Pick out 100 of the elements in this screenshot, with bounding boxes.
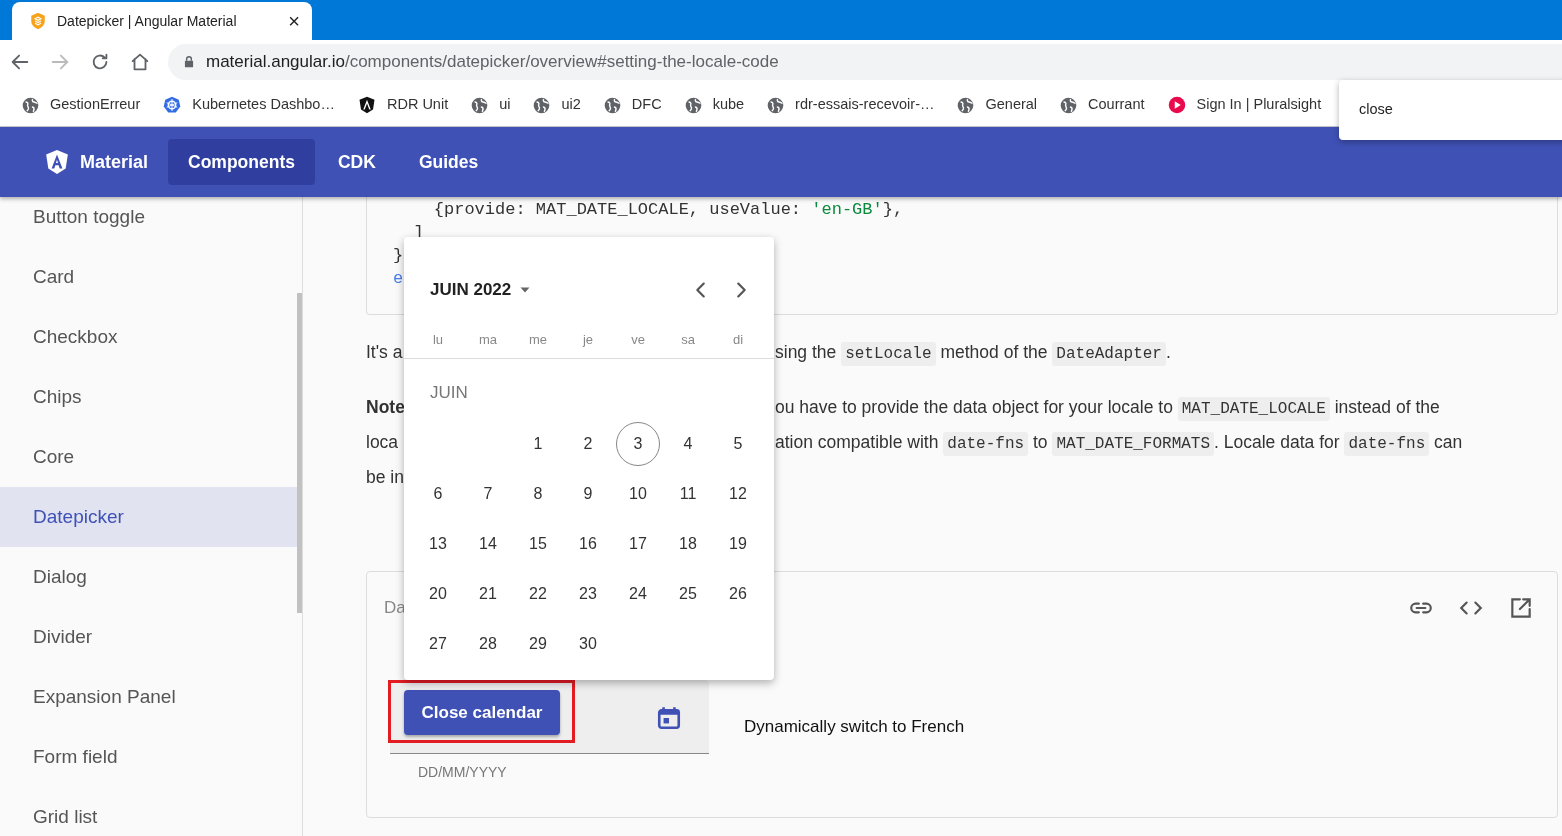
tooltip-text: close: [1359, 100, 1393, 120]
date-input-field[interactable]: Close calendar: [390, 680, 709, 754]
sidebar-item[interactable]: Card: [0, 247, 297, 307]
calendar-day[interactable]: 25: [666, 572, 710, 616]
bookmark[interactable]: ui: [461, 94, 521, 116]
calendar-day[interactable]: 18: [666, 522, 710, 566]
globe-icon: [1060, 96, 1078, 114]
calendar-day[interactable]: 11: [666, 472, 710, 516]
globe-icon: [22, 96, 39, 114]
address-bar[interactable]: material.angular.io/components/datepicker/overview#setting-the-locale-code: [168, 44, 1562, 80]
nav-link[interactable]: Guides: [398, 139, 499, 185]
bookmark-label: DFC: [631, 95, 662, 115]
url-text: material.angular.io/components/datepicker/overview#setting-the-locale-code: [206, 51, 779, 74]
example-title: Da: [384, 597, 406, 620]
globe-icon: [684, 96, 702, 114]
calendar-day[interactable]: 28: [466, 622, 510, 666]
sidebar-item[interactable]: Dialog: [0, 547, 297, 607]
code-line: e: [393, 268, 404, 290]
calendar-day[interactable]: 30: [566, 622, 610, 666]
bookmark-label: RDR Unit: [386, 95, 449, 115]
calendar-day[interactable]: 22: [516, 572, 560, 616]
bookmark[interactable]: RDR Unit: [347, 94, 459, 116]
bookmark[interactable]: ui2: [523, 94, 591, 116]
bookmark-label: ui: [499, 95, 511, 115]
bookmark[interactable]: Kubernetes Dashbo…: [153, 94, 345, 116]
home-icon[interactable]: [129, 51, 151, 73]
globe-icon: [533, 96, 551, 114]
external-link-icon[interactable]: [1508, 595, 1534, 621]
calendar-day[interactable]: 21: [466, 572, 510, 616]
nav-link[interactable]: Components: [168, 139, 315, 185]
sidebar-item[interactable]: Button toggle: [0, 197, 297, 247]
calendar-day[interactable]: 4: [666, 422, 710, 466]
sidebar-item[interactable]: Divider: [0, 607, 297, 667]
bookmark[interactable]: GestionErreur: [12, 94, 151, 116]
calendar-day[interactable]: 1: [516, 422, 560, 466]
sidebar-item[interactable]: Core: [0, 427, 297, 487]
calendar-day[interactable]: 8: [516, 472, 560, 516]
calendar-day[interactable]: 13: [416, 522, 460, 566]
calendar-day[interactable]: 19: [716, 522, 760, 566]
bookmark[interactable]: Courrant: [1050, 94, 1155, 116]
globe-icon: [471, 96, 489, 114]
period-button[interactable]: JUIN 2022: [430, 277, 532, 303]
bookmark[interactable]: Sign In | Pluralsight: [1157, 94, 1332, 116]
bookmark-label: GestionErreur: [50, 95, 141, 115]
calendar-day[interactable]: 10: [616, 472, 660, 516]
paragraph-text: ation compatible with date-fns to MAT_DATE_FORMATS . Locale data for date-fns can: [775, 425, 1463, 460]
calendar-day[interactable]: 7: [466, 472, 510, 516]
logo-icon: [44, 149, 70, 175]
bookmark[interactable]: rdr-essais-recevoir-…: [757, 94, 945, 116]
calendar-day[interactable]: 26: [716, 572, 760, 616]
browser-tab[interactable]: Datepicker | Angular Material ×: [12, 2, 312, 40]
bookmark[interactable]: General: [947, 94, 1048, 116]
sidebar-item[interactable]: Form field: [0, 727, 297, 787]
sidebar-item[interactable]: Datepicker: [0, 487, 297, 547]
calendar-day[interactable]: 20: [416, 572, 460, 616]
wheel-icon: [163, 96, 182, 114]
calendar-day[interactable]: 14: [466, 522, 510, 566]
bookmark-label: General: [985, 95, 1038, 115]
calendar-day[interactable]: 23: [566, 572, 610, 616]
sidebar-item[interactable]: Grid list: [0, 787, 297, 836]
bookmark-label: rdr-essais-recevoir-…: [795, 95, 935, 115]
sidebar-item[interactable]: Checkbox: [0, 307, 297, 367]
bookmark[interactable]: kube: [674, 94, 755, 116]
calendar-day[interactable]: 5: [716, 422, 760, 466]
close-calendar-button[interactable]: Close calendar: [404, 690, 560, 735]
code-line: }: [393, 245, 404, 267]
weekday-label: ve: [630, 331, 646, 349]
sidebar-item[interactable]: Expansion Panel: [0, 667, 297, 727]
calendar-day[interactable]: 29: [516, 622, 560, 666]
shield-icon: [29, 12, 47, 30]
calendar-day[interactable]: 6: [416, 472, 460, 516]
calendar-icon[interactable]: [656, 705, 682, 731]
weekday-label: je: [581, 331, 595, 349]
calendar-day[interactable]: 27: [416, 622, 460, 666]
brand-name[interactable]: Material: [80, 148, 149, 176]
calendar-day[interactable]: 24: [616, 572, 660, 616]
hint-text: DD/MM/YYYY: [417, 764, 508, 780]
tab-title: Datepicker | Angular Material: [57, 11, 238, 31]
calendar-day[interactable]: 17: [616, 522, 660, 566]
close-button[interactable]: ×: [288, 11, 300, 31]
calendar-day[interactable]: 15: [516, 522, 560, 566]
bookmark[interactable]: DFC: [593, 94, 672, 116]
shield-icon: [357, 96, 376, 114]
paragraph-text: Note: [366, 397, 405, 417]
paragraph-text: be in: [366, 467, 404, 487]
switch-language-button[interactable]: Dynamically switch to French: [744, 717, 965, 737]
nav-link[interactable]: CDK: [318, 139, 396, 185]
bookmark-label: Kubernetes Dashbo…: [192, 95, 335, 115]
weekday-label: lu: [431, 331, 445, 349]
globe-icon: [957, 96, 975, 114]
calendar-day[interactable]: 2: [566, 422, 610, 466]
bookmark-label: kube: [712, 95, 745, 115]
calendar-day[interactable]: 16: [566, 522, 610, 566]
bookmark-label: Courrant: [1088, 95, 1145, 115]
calendar-day[interactable]: 12: [716, 472, 760, 516]
weekday-label: di: [731, 331, 745, 349]
calendar-day[interactable]: 9: [566, 472, 610, 516]
sidebar-item[interactable]: Chips: [0, 367, 297, 427]
weekday-label: me: [527, 331, 549, 349]
scrollbar-thumb[interactable]: [297, 293, 302, 613]
